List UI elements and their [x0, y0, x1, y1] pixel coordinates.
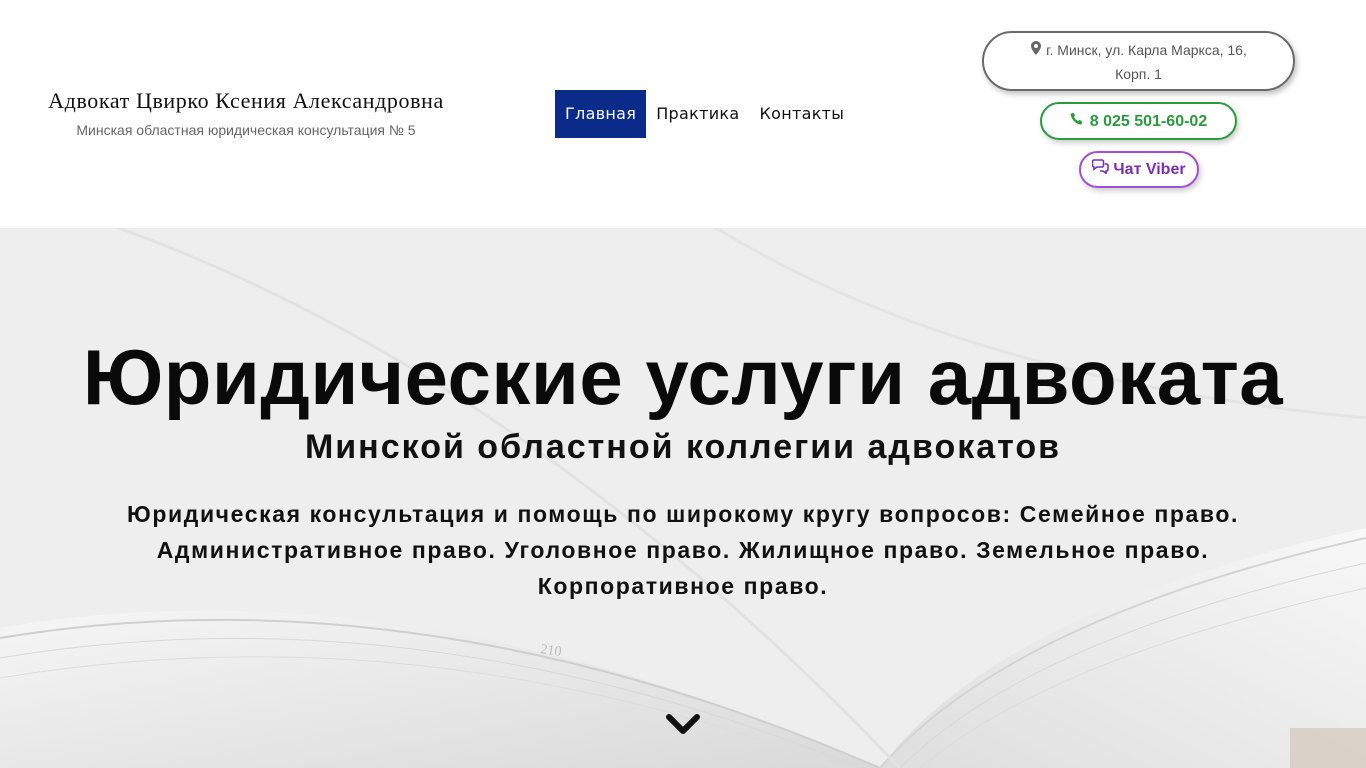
book-page-number: 210: [539, 642, 562, 660]
hero-section: 210 Юридические услуги адвоката Минской …: [0, 228, 1366, 768]
brand-title[interactable]: Адвокат Цвирко Ксения Александровна: [30, 88, 462, 114]
hero-title: Юридические услуги адвоката: [82, 333, 1284, 421]
address-line2: Корп. 1: [1115, 66, 1162, 82]
hero-subtitle: Минской областной коллегии адвокатов: [304, 428, 1062, 466]
phone-number: 8 025 501-60-02: [1089, 113, 1208, 130]
nav-item-contacts[interactable]: Контакты: [749, 90, 854, 138]
brand[interactable]: Адвокат Цвирко Ксения Александровна Минс…: [30, 88, 462, 138]
viber-label: Чат Viber: [1113, 161, 1186, 178]
nav-item-practice[interactable]: Практика: [646, 90, 749, 138]
address-line1: г. Минск, ул. Карла Маркса, 16,: [1046, 42, 1247, 58]
chevron-down-icon[interactable]: [665, 712, 701, 738]
hero-description: Юридическая консультация и помощь по шир…: [127, 501, 1239, 599]
site-header: Адвокат Цвирко Ксения Александровна Минс…: [0, 0, 1366, 228]
phone-button[interactable]: 8 025 501-60-02: [1040, 102, 1237, 140]
viber-chat-button[interactable]: Чат Viber: [1079, 151, 1199, 188]
nav-item-home[interactable]: Главная: [555, 90, 647, 138]
main-nav: Главная Практика Контакты: [555, 90, 854, 138]
chat-icon: [1092, 153, 1110, 186]
phone-icon: [1070, 104, 1084, 138]
map-marker-icon: [1030, 38, 1042, 62]
brand-subtitle: Минская областная юридическая консультац…: [76, 122, 416, 138]
address-button[interactable]: г. Минск, ул. Карла Маркса, 16, Корп. 1: [982, 31, 1295, 91]
